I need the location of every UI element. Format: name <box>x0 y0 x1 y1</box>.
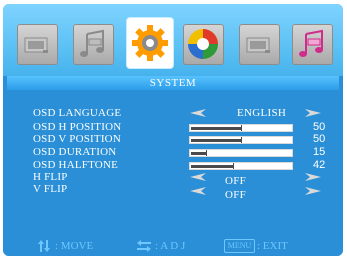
slider-osd-halftone[interactable] <box>189 162 293 170</box>
slider-thumb[interactable] <box>241 137 242 143</box>
gear-icon <box>132 25 168 61</box>
music-note-icon <box>299 29 323 57</box>
slider-thumb[interactable] <box>233 163 234 169</box>
arrow-right-icon[interactable] <box>303 108 323 118</box>
arrow-left-icon[interactable] <box>188 172 208 182</box>
up-down-arrows-icon <box>38 240 50 252</box>
footer-adj-label: : A D J <box>155 240 186 252</box>
panel-title: SYSTEM <box>7 76 339 90</box>
tab-color[interactable] <box>183 24 224 65</box>
footer-hints: : MOVE : A D J MENU : EXIT <box>3 230 343 256</box>
setting-value-osd-language: ENGLISH <box>237 107 287 119</box>
color-wheel-icon <box>188 29 218 59</box>
footer-move-label: : MOVE <box>55 240 94 252</box>
setting-value-v-flip: OFF <box>225 189 247 201</box>
setting-value-osd-halftone: 42 <box>313 159 326 171</box>
slider-osd-h-position[interactable] <box>189 124 293 132</box>
arrow-right-icon[interactable] <box>303 186 323 196</box>
setting-label-osd-duration: OSD DURATION <box>33 146 117 158</box>
setting-label-osd-v-position: OSD V POSITION <box>33 133 121 145</box>
footer-exit-label: : EXIT <box>257 240 288 252</box>
menu-key-icon: MENU <box>224 239 255 253</box>
osd-menu: SYSTEM OSD LANGUAGE ENGLISH OSD H POSITI… <box>3 4 343 256</box>
slider-thumb[interactable] <box>241 125 242 131</box>
tab-system[interactable] <box>127 18 173 68</box>
setting-value-h-flip: OFF <box>225 175 247 187</box>
setting-label-osd-halftone: OSD HALFTONE <box>33 159 119 171</box>
slider-fill <box>191 152 206 155</box>
picture-icon <box>24 37 48 53</box>
system-panel: SYSTEM OSD LANGUAGE ENGLISH OSD H POSITI… <box>7 76 339 226</box>
tab-audio-2[interactable] <box>292 24 333 65</box>
tab-audio[interactable] <box>73 24 114 65</box>
slider-fill <box>191 139 241 142</box>
music-note-icon <box>80 29 104 57</box>
tab-picture-2[interactable] <box>239 24 280 65</box>
arrow-right-icon[interactable] <box>303 172 323 182</box>
setting-label-osd-h-position: OSD H POSITION <box>33 121 122 133</box>
slider-fill <box>191 165 233 168</box>
arrow-left-icon[interactable] <box>188 186 208 196</box>
arrow-left-icon[interactable] <box>188 108 208 118</box>
picture-icon <box>246 37 270 53</box>
setting-label-h-flip: H FLIP <box>33 171 68 183</box>
tab-bar <box>3 4 343 76</box>
slider-osd-v-position[interactable] <box>189 136 293 144</box>
setting-label-osd-language: OSD LANGUAGE <box>33 107 122 119</box>
setting-value-osd-v-position: 50 <box>313 133 326 145</box>
left-right-arrows-icon <box>137 240 151 252</box>
slider-fill <box>191 127 241 130</box>
setting-value-osd-duration: 15 <box>313 146 326 158</box>
setting-value-osd-h-position: 50 <box>313 121 326 133</box>
setting-label-v-flip: V FLIP <box>33 183 68 195</box>
slider-osd-duration[interactable] <box>189 149 293 157</box>
osd-frame: SYSTEM OSD LANGUAGE ENGLISH OSD H POSITI… <box>0 0 347 258</box>
tab-picture[interactable] <box>17 24 58 65</box>
slider-thumb[interactable] <box>206 150 207 156</box>
